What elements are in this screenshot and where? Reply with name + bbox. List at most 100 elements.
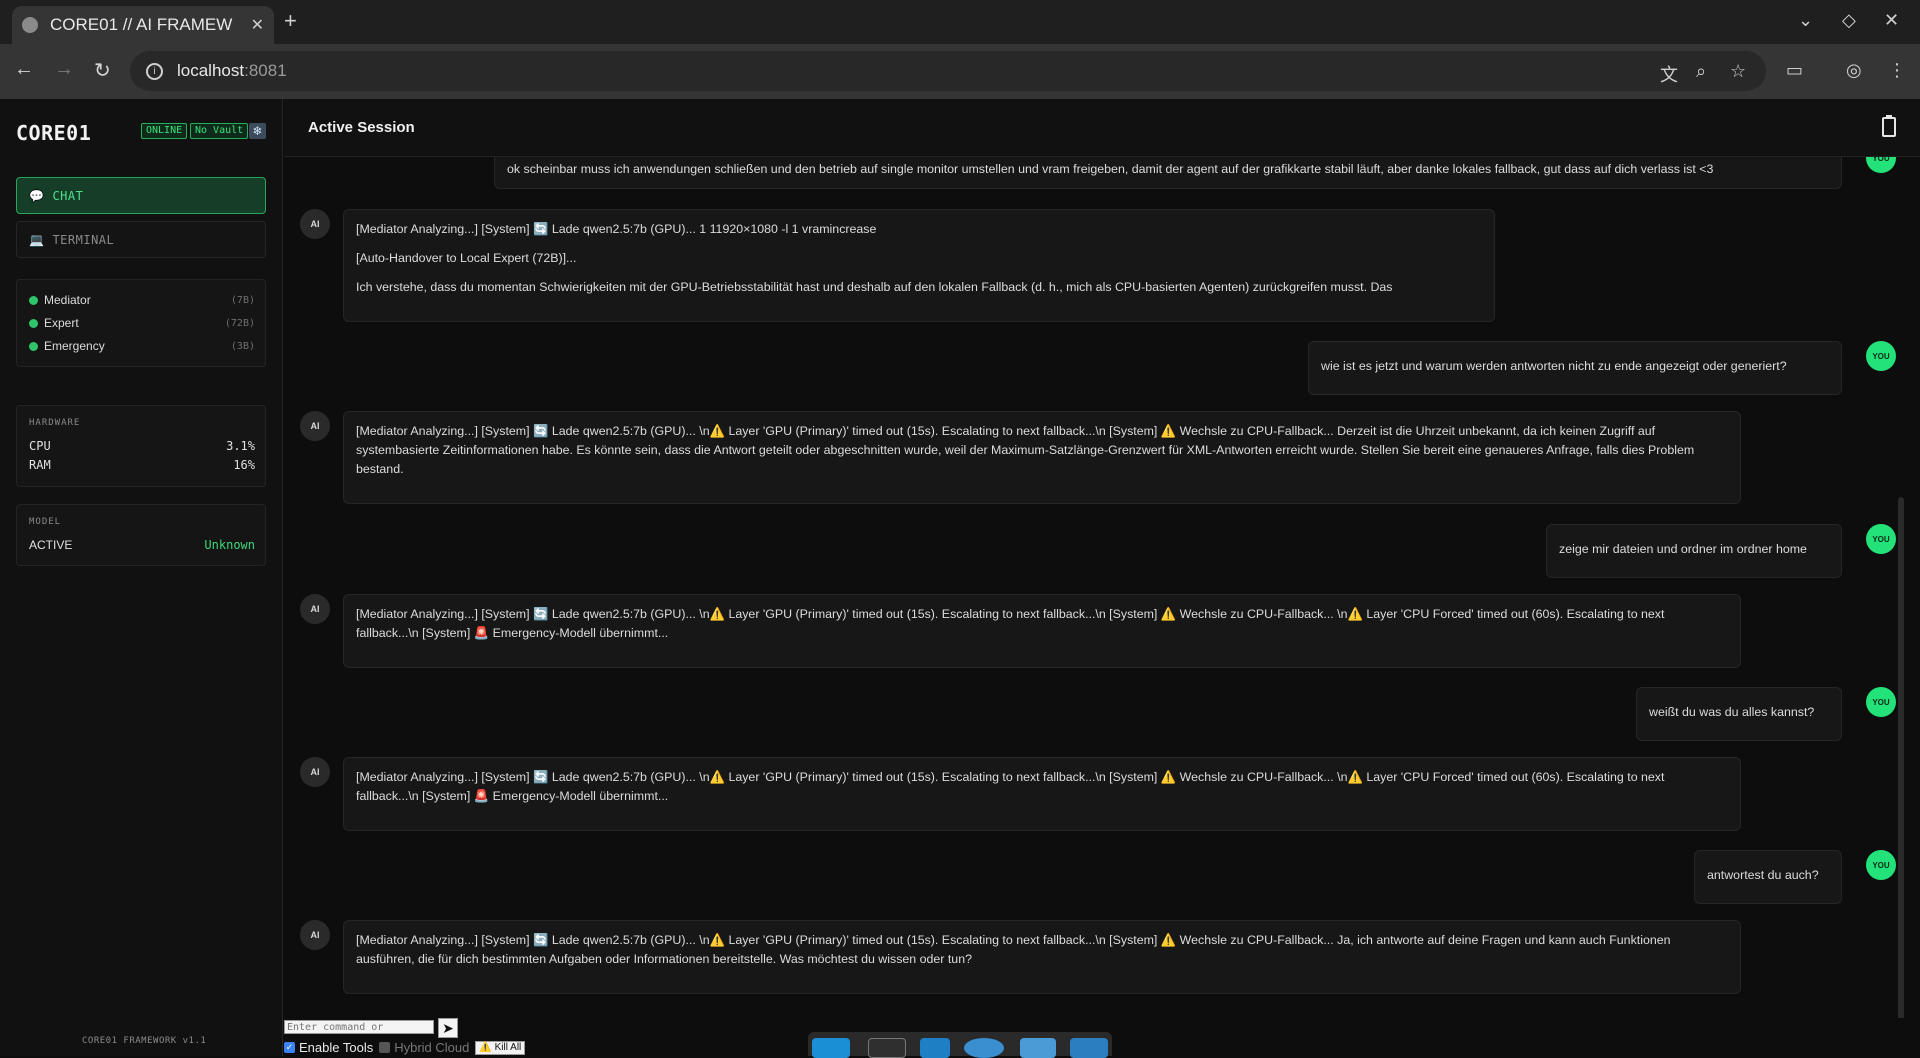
send-icon[interactable]: ➤ [438,1018,458,1038]
translate-icon[interactable]: ⽂ [1660,61,1678,87]
files-app-icon[interactable] [920,1038,950,1058]
terminal-icon: 💻 [29,232,45,247]
composer-options: ✓ Enable Tools Hybrid Cloud ⚠️ Kill All [284,1040,526,1055]
address-bar[interactable]: i localhost:8081 ⽂ ⌕ ☆ [130,51,1766,91]
avatar: YOU [1866,341,1896,371]
user-message: ok scheinbar muss ich anwendungen schlie… [494,157,1842,189]
kill-all-button[interactable]: ⚠️ Kill All [475,1040,526,1055]
user-message: wie ist es jetzt und warum werden antwor… [1308,341,1842,395]
chevron-down-icon[interactable]: ⌄ [1798,10,1813,31]
nav-chat-label: CHAT [52,188,84,203]
chat-log[interactable]: ok scheinbar muss ich anwendungen schlie… [284,157,1906,1018]
cpu-value: 3.1% [226,439,255,453]
snowflake-icon[interactable]: ❄ [249,123,266,139]
app-icon[interactable] [812,1038,850,1058]
cpu-row: CPU 3.1% [29,439,255,453]
diamond-icon[interactable]: ◇ [1842,10,1856,31]
avatar-label: YOU [1872,860,1890,870]
clipboard-icon[interactable] [1882,115,1896,137]
ram-label: RAM [29,458,51,472]
browser-toolbar: ← → ↻ i localhost:8081 ⽂ ⌕ ☆ ▭ ◎ ⋮ [0,44,1920,99]
chat-scrollbar[interactable] [1898,497,1904,1018]
user-message: zeige mir dateien und ordner im ordner h… [1546,524,1842,578]
message-text: weißt du was du alles kannst? [1649,705,1815,719]
avatar: YOU [1866,157,1896,173]
model-row: ACTIVE Unknown [29,538,255,552]
avatar: AI [300,411,330,441]
message-text: [Mediator Analyzing...] [System] 🔄 Lade … [356,424,1695,476]
reload-icon[interactable]: ↻ [94,58,111,83]
folder-app-icon[interactable] [1070,1038,1108,1058]
agent-size: (7B) [230,294,255,306]
avatar-label: AI [310,421,320,431]
zoom-icon[interactable]: ⌕ [1696,61,1706,82]
avatar-label: YOU [1872,697,1890,707]
message-text: [Mediator Analyzing...] [System] 🔄 Lade … [356,607,1665,640]
message-text: [Auto-Handover to Local Expert (72B)]... [356,251,577,265]
back-icon[interactable]: ← [14,58,34,81]
status-dot [29,295,38,305]
close-icon[interactable]: ✕ [251,15,264,35]
agent-size: (3B) [230,340,255,352]
cpu-label: CPU [29,439,51,453]
message-text: [Mediator Analyzing...] [System] 🔄 Lade … [356,222,877,236]
ai-message: [Mediator Analyzing...] [System] 🔄 Lade … [343,757,1741,831]
nav-terminal-label: TERMINAL [52,232,115,247]
session-header: Active Session [284,99,1920,157]
browser-tab[interactable]: CORE01 // AI FRAMEW ✕ [12,6,274,44]
page-title: Active Session [308,119,415,136]
agent-name: Mediator [44,293,91,307]
agent-emergency: Emergency (3B) [29,336,255,356]
search-app-icon[interactable] [1020,1038,1056,1058]
avatar: AI [300,594,330,624]
user-message: weißt du was du alles kannst? [1636,687,1842,741]
status-dot [29,318,38,328]
enable-tools-label[interactable]: Enable Tools [299,1040,373,1055]
ai-message: [Mediator Analyzing...] [System] 🔄 Lade … [343,209,1495,322]
browser-app-icon[interactable] [964,1038,1004,1058]
forward-icon[interactable]: → [54,58,74,81]
ram-value: 16% [233,458,255,472]
plus-icon[interactable]: + [284,8,297,34]
terminal-app-icon[interactable] [868,1038,906,1058]
hybrid-cloud-checkbox[interactable] [379,1042,391,1053]
message-text: wie ist es jetzt und warum werden antwor… [1321,359,1787,373]
taskbar-dock [808,1032,1112,1058]
hardware-label: HARDWARE [29,418,81,428]
avatar-label: AI [310,604,320,614]
main-area: Active Session ok scheinbar muss ich anw… [284,99,1920,1056]
avatar: YOU [1866,524,1896,554]
enable-tools-checkbox[interactable]: ✓ [284,1042,295,1053]
message-text: zeige mir dateien und ordner im ordner h… [1559,542,1807,556]
avatar-label: AI [310,930,320,940]
avatar-label: AI [310,219,320,229]
menu-icon[interactable]: ⋮ [1888,60,1906,81]
nav-terminal[interactable]: 💻 TERMINAL [16,221,266,258]
ram-row: RAM 16% [29,458,255,472]
nav-chat[interactable]: 💬 CHAT [16,177,266,214]
status-dot [29,341,38,351]
hybrid-cloud-label[interactable]: Hybrid Cloud [394,1040,469,1055]
search-panel-icon[interactable]: ▭ [1786,60,1803,81]
tab-title: CORE01 // AI FRAMEW [50,15,233,34]
profile-icon[interactable]: ◎ [1846,60,1862,81]
avatar-label: YOU [1872,157,1890,163]
ai-message: [Mediator Analyzing...] [System] 🔄 Lade … [343,920,1741,994]
command-input[interactable] [284,1020,434,1034]
close-window-icon[interactable]: ✕ [1884,10,1899,31]
browser-tabbar: CORE01 // AI FRAMEW ✕ + ⌄ ◇ ✕ [0,0,1920,44]
user-message: antwortest du auch? [1694,850,1842,904]
agent-name: Emergency [44,339,105,353]
hardware-panel: HARDWARE CPU 3.1% RAM 16% [16,405,266,487]
message-text: Ich verstehe, dass du momentan Schwierig… [356,280,1393,294]
message-text: ok scheinbar muss ich anwendungen schlie… [507,162,1714,176]
model-active-label: ACTIVE [29,538,73,552]
avatar-label: YOU [1872,534,1890,544]
url-host: localhost [177,61,245,80]
star-icon[interactable]: ☆ [1730,61,1746,82]
message-text: [Mediator Analyzing...] [System] 🔄 Lade … [356,933,1671,966]
info-icon[interactable]: i [146,62,163,80]
ai-message: [Mediator Analyzing...] [System] 🔄 Lade … [343,411,1741,504]
model-panel: MODEL ACTIVE Unknown [16,504,266,566]
chat-icon: 💬 [29,188,45,203]
